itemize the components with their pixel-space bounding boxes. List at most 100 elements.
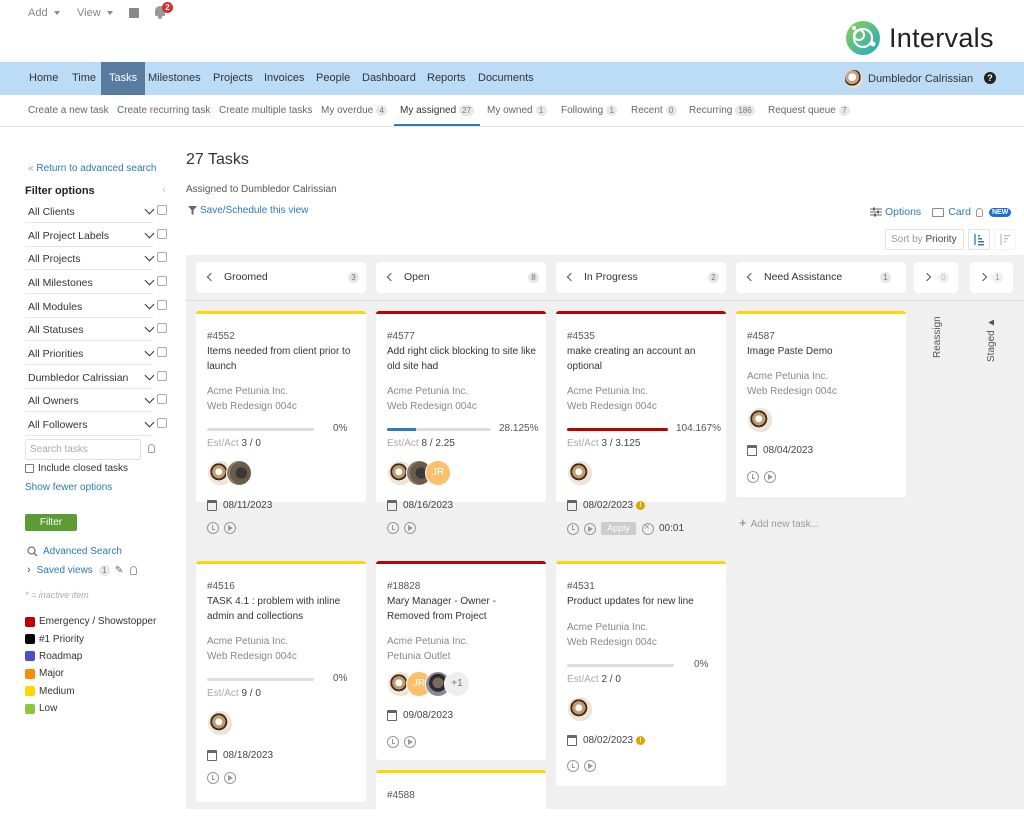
clock-icon[interactable] xyxy=(207,522,219,534)
subnav-following[interactable]: Following 1 xyxy=(561,95,618,126)
filter-toggle-icon[interactable] xyxy=(157,252,167,262)
notes-icon[interactable] xyxy=(129,8,139,18)
task-title[interactable]: Image Paste Demo xyxy=(747,345,897,360)
clock-icon[interactable] xyxy=(567,760,579,772)
filter-projects[interactable]: All Projects xyxy=(25,248,155,270)
avatar[interactable] xyxy=(747,407,773,433)
checkbox[interactable] xyxy=(25,464,34,473)
filter-toggle-icon[interactable] xyxy=(157,371,167,381)
filter-assignee[interactable]: Dumbledor Calrissian xyxy=(25,367,155,389)
filter-toggle-icon[interactable] xyxy=(157,300,167,310)
subnav-create-multiple[interactable]: Create multiple tasks xyxy=(219,95,312,126)
filter-priorities[interactable]: All Priorities xyxy=(25,343,155,365)
task-id[interactable]: #4577 xyxy=(387,331,415,342)
task-id[interactable]: #18828 xyxy=(387,581,420,592)
user-menu[interactable]: Dumbledor Calrissian xyxy=(845,70,973,88)
filter-modules[interactable]: All Modules xyxy=(25,296,155,318)
clock-icon[interactable] xyxy=(207,772,219,784)
task-id[interactable]: #4535 xyxy=(567,331,595,342)
pencil-icon[interactable]: ✎ xyxy=(115,565,123,576)
avatar-initials[interactable]: JR xyxy=(425,460,451,486)
clock-icon[interactable] xyxy=(747,471,759,483)
logo[interactable]: Intervals xyxy=(845,20,994,56)
show-fewer-options-link[interactable]: Show fewer options xyxy=(25,482,112,493)
task-card[interactable]: #4588 xyxy=(376,770,546,830)
filter-statuses[interactable]: All Statuses xyxy=(25,319,155,341)
nav-time[interactable]: Time xyxy=(72,62,96,95)
collapse-sidebar-icon[interactable]: ‹ xyxy=(162,184,166,196)
task-title[interactable]: Mary Manager - Owner - Removed from Proj… xyxy=(387,595,537,624)
view-menu[interactable]: View xyxy=(77,7,113,19)
include-closed-checkbox[interactable]: Include closed tasks xyxy=(25,463,128,474)
task-title[interactable]: Items needed from client prior to launch xyxy=(207,345,357,374)
column-header-staged[interactable]: 1 xyxy=(970,262,1013,293)
column-header-need-assistance[interactable]: Need Assistance 1 xyxy=(736,262,906,293)
play-timer-icon[interactable] xyxy=(764,471,776,483)
clock-icon[interactable] xyxy=(387,522,399,534)
task-title[interactable]: TASK 4.1 : problem with inline admin and… xyxy=(207,595,357,624)
filter-milestones[interactable]: All Milestones xyxy=(25,272,155,294)
filter-toggle-icon[interactable] xyxy=(157,347,167,357)
return-to-advanced-search[interactable]: « Return to advanced search xyxy=(28,163,156,174)
nav-milestones[interactable]: Milestones xyxy=(148,62,201,95)
clock-icon[interactable] xyxy=(567,522,579,535)
lightbulb-icon[interactable] xyxy=(975,207,983,217)
nav-invoices[interactable]: Invoices xyxy=(264,62,304,95)
subnav-my-owned[interactable]: My owned 1 xyxy=(487,95,547,126)
add-menu[interactable]: Add xyxy=(28,7,60,19)
task-title[interactable]: Product updates for new line xyxy=(567,595,717,610)
task-id[interactable]: #4552 xyxy=(207,331,235,342)
filter-toggle-icon[interactable] xyxy=(157,276,167,286)
staged-column-label[interactable]: Staged ▲ xyxy=(986,318,997,362)
subnav-my-assigned[interactable]: My assigned 27 xyxy=(394,95,481,126)
task-id[interactable]: #4531 xyxy=(567,581,595,592)
task-card[interactable]: #4577 Add right click blocking to site l… xyxy=(376,311,546,534)
task-id[interactable]: #4588 xyxy=(387,790,415,801)
task-id[interactable]: #4587 xyxy=(747,331,775,342)
subnav-request-queue[interactable]: Request queue 7 xyxy=(768,95,850,126)
lightbulb-icon[interactable] xyxy=(148,444,155,453)
avatar[interactable] xyxy=(226,460,252,486)
column-header-reassign[interactable]: 0 xyxy=(914,262,958,293)
more-avatars[interactable]: +1 xyxy=(444,671,470,697)
nav-dashboard[interactable]: Dashboard xyxy=(362,62,416,95)
nav-people[interactable]: People xyxy=(316,62,350,95)
clock-icon[interactable] xyxy=(387,736,399,748)
filter-toggle-icon[interactable] xyxy=(157,229,167,239)
filter-toggle-icon[interactable] xyxy=(157,418,167,428)
task-card[interactable]: #4516 TASK 4.1 : problem with inline adm… xyxy=(196,561,366,802)
nav-projects[interactable]: Projects xyxy=(213,62,253,95)
task-card[interactable]: #4535 make creating an account an option… xyxy=(556,311,726,535)
play-timer-icon[interactable] xyxy=(224,522,236,534)
task-card[interactable]: #4552 Items needed from client prior to … xyxy=(196,311,366,534)
play-timer-icon[interactable] xyxy=(404,736,416,748)
avatar[interactable] xyxy=(567,460,593,486)
avatar[interactable] xyxy=(567,696,593,722)
filter-button[interactable]: Filter xyxy=(25,514,77,531)
filter-toggle-icon[interactable] xyxy=(157,394,167,404)
options-button[interactable]: Options xyxy=(885,206,921,218)
task-card[interactable]: #18828 Mary Manager - Owner - Removed fr… xyxy=(376,561,546,760)
column-header-in-progress[interactable]: In Progress 2 xyxy=(556,262,726,293)
column-header-open[interactable]: Open 8 xyxy=(376,262,546,293)
sort-ascending-button[interactable] xyxy=(968,229,990,250)
nav-documents[interactable]: Documents xyxy=(478,62,534,95)
subnav-create-recurring[interactable]: Create recurring task xyxy=(117,95,210,126)
task-id[interactable]: #4516 xyxy=(207,581,235,592)
stop-timer-icon[interactable] xyxy=(642,522,654,535)
saved-views-link[interactable]: › Saved views 1 ✎ xyxy=(27,564,138,576)
filter-clients[interactable]: All Clients xyxy=(25,201,155,223)
avatar[interactable] xyxy=(207,710,233,736)
add-new-task-link[interactable]: + Add new task... xyxy=(739,515,819,530)
nav-home[interactable]: Home xyxy=(29,62,58,95)
nav-reports[interactable]: Reports xyxy=(427,62,466,95)
sort-descending-button[interactable] xyxy=(994,229,1016,250)
play-timer-icon[interactable] xyxy=(584,760,596,772)
subnav-recent[interactable]: Recent 0 xyxy=(631,95,677,126)
apply-time-button[interactable]: Apply xyxy=(601,522,636,535)
lightbulb-icon[interactable] xyxy=(130,565,138,575)
task-title[interactable]: make creating an account an optional xyxy=(567,345,717,374)
filter-toggle-icon[interactable] xyxy=(157,205,167,215)
subnav-create-task[interactable]: Create a new task xyxy=(28,95,109,126)
advanced-search-link[interactable]: Advanced Search xyxy=(27,546,122,557)
